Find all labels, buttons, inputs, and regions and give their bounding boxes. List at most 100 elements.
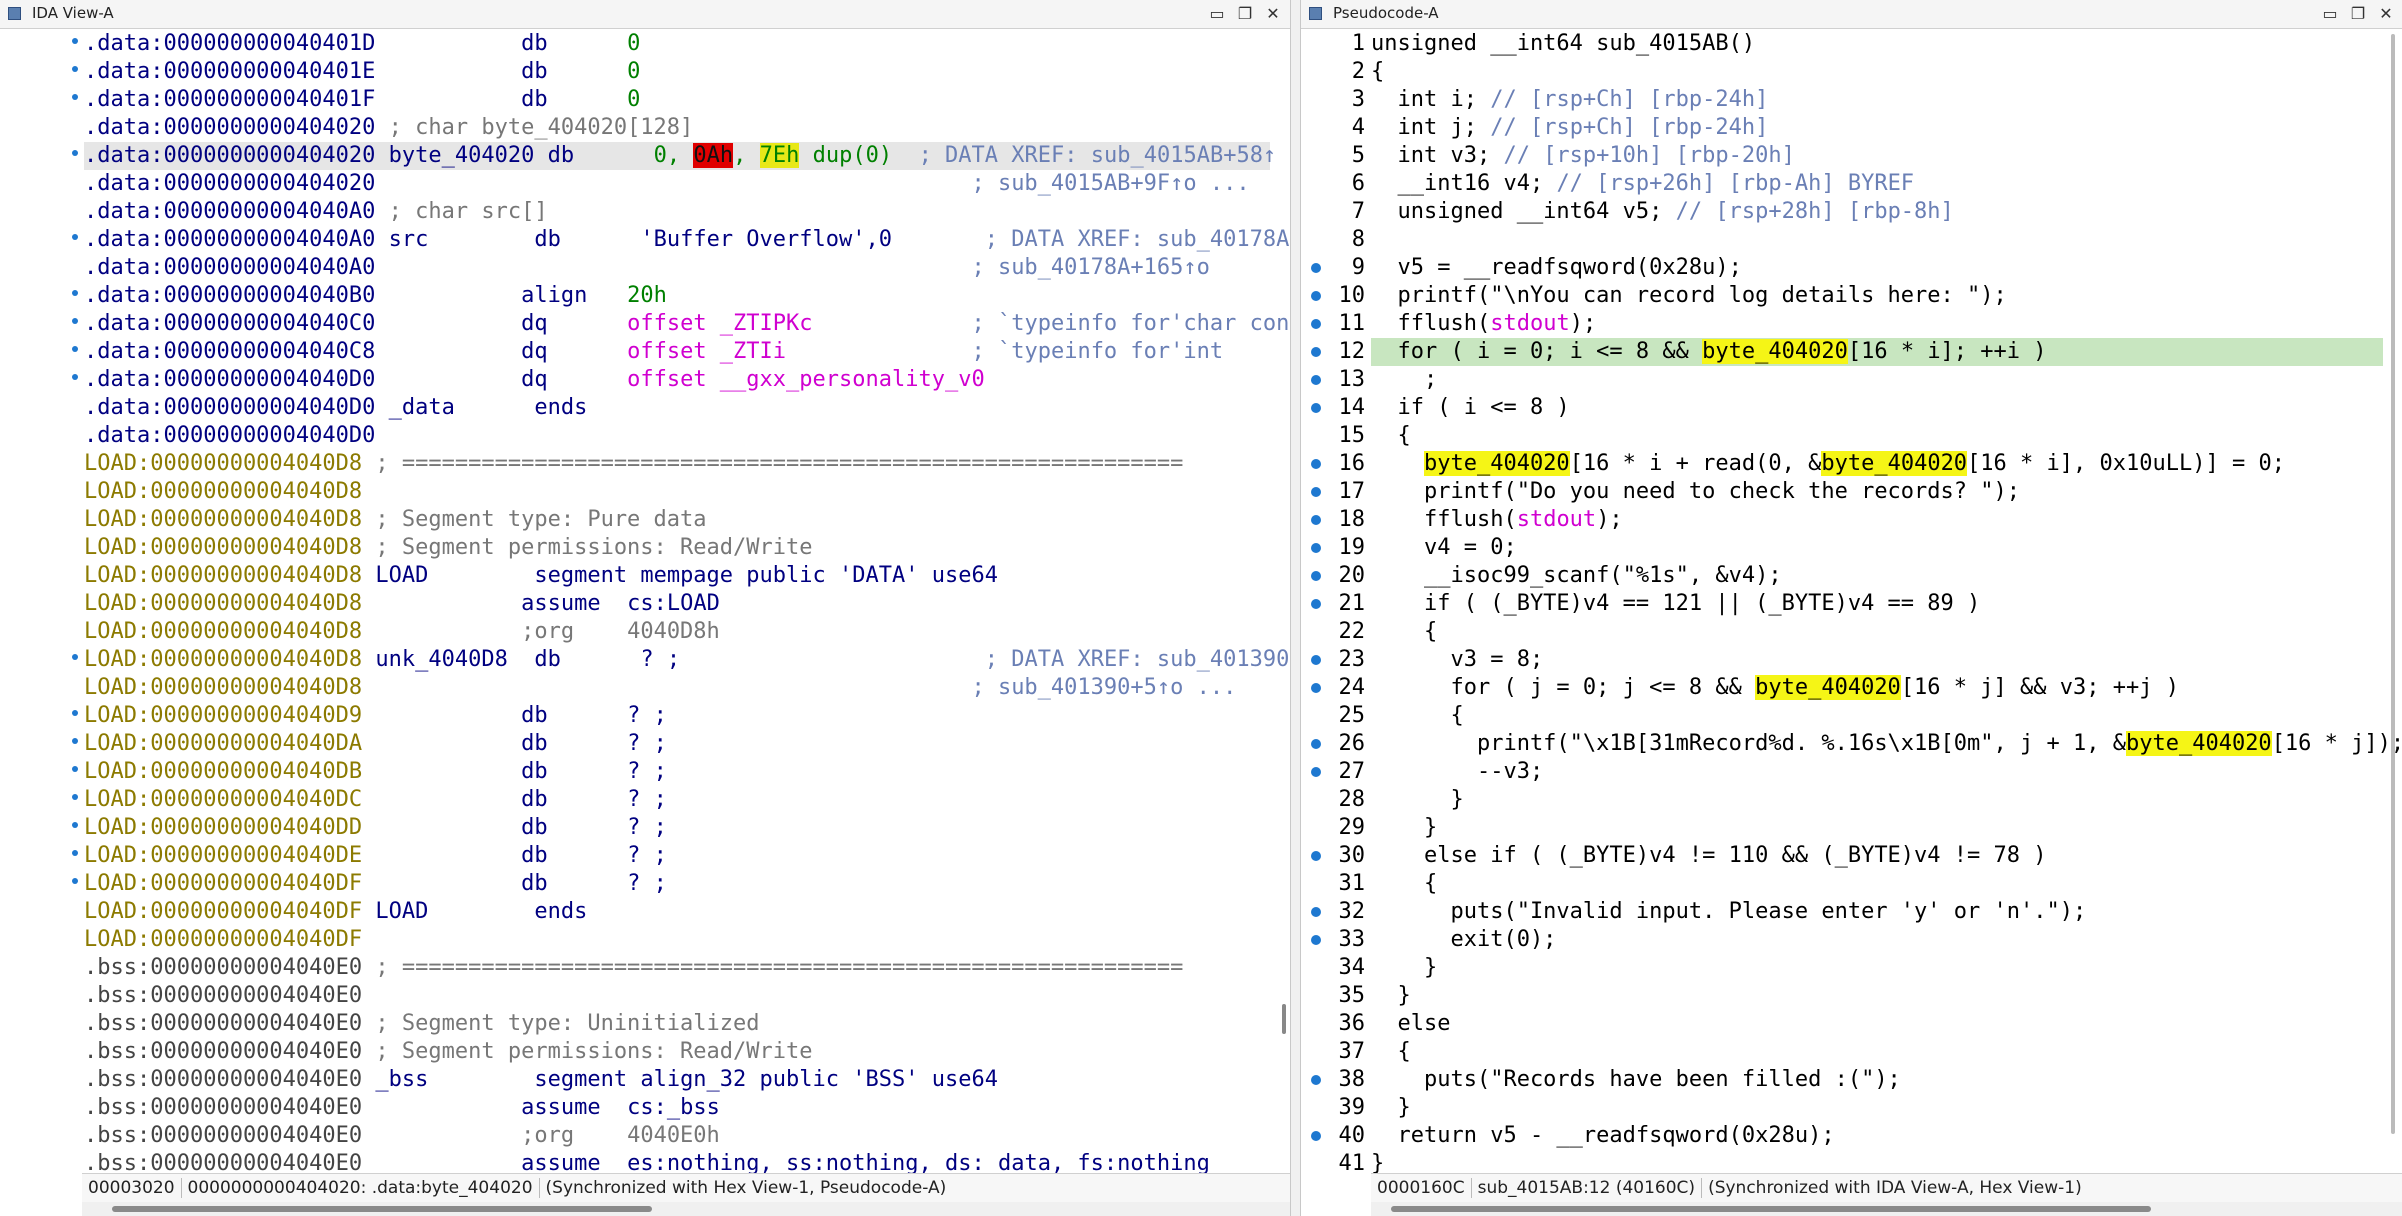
pseudocode-line[interactable]: puts("Records have been filled :("); <box>1371 1066 2383 1094</box>
pseudocode-line[interactable]: } <box>1371 1094 2383 1122</box>
listing-line[interactable]: .data:00000000004040D0 <box>84 422 1270 450</box>
breakpoint-dot[interactable] <box>72 374 78 380</box>
listing-line[interactable]: .bss:00000000004040E0 ; ================… <box>84 954 1270 982</box>
hscroll-thumb[interactable] <box>1391 1206 2151 1212</box>
pseudocode-line[interactable]: return v5 - __readfsqword(0x28u); <box>1371 1122 2383 1150</box>
listing-line[interactable]: .data:00000000004040D0 _data ends <box>84 394 1270 422</box>
pseudocode-listing[interactable]: unsigned __int64 sub_4015AB(){ int i; //… <box>1371 30 2402 1178</box>
breakpoint-dot[interactable] <box>72 654 78 660</box>
pseudocode-vertical-scrollbar[interactable] <box>2391 34 2395 1134</box>
listing-line[interactable]: .data:00000000004040C8 dq offset _ZTIi ;… <box>84 338 1270 366</box>
pseudocode-line[interactable]: int v3; // [rsp+10h] [rbp-20h] <box>1371 142 2383 170</box>
restore-icon[interactable]: ❐ <box>2347 3 2369 25</box>
listing-line[interactable]: LOAD:00000000004040D8 assume cs:LOAD <box>84 590 1270 618</box>
pseudocode-line[interactable]: if ( i <= 8 ) <box>1371 394 2383 422</box>
listing-line[interactable]: .bss:00000000004040E0 ; Segment permissi… <box>84 1038 1270 1066</box>
listing-line[interactable]: LOAD:00000000004040DB db ? ; <box>84 758 1270 786</box>
pseudocode-line[interactable]: fflush(stdout); <box>1371 310 2383 338</box>
pseudocode-line[interactable]: unsigned __int64 v5; // [rsp+28h] [rbp-8… <box>1371 198 2383 226</box>
breakpoint-dot[interactable] <box>72 346 78 352</box>
listing-line[interactable]: .bss:00000000004040E0 ; Segment type: Un… <box>84 1010 1270 1038</box>
pseudocode-line[interactable]: v4 = 0; <box>1371 534 2383 562</box>
listing-line[interactable]: .data:00000000004040C0 dq offset _ZTIPKc… <box>84 310 1290 338</box>
pseudocode-line[interactable]: for ( j = 0; j <= 8 && byte_404020[16 * … <box>1371 674 2383 702</box>
listing-line[interactable]: LOAD:00000000004040D8 <box>84 478 1270 506</box>
listing-line[interactable]: .data:0000000000404020 ; sub_4015AB+9F↑o… <box>84 170 1270 198</box>
pseudocode-line[interactable]: v3 = 8; <box>1371 646 2383 674</box>
listing-line[interactable]: .data:00000000004040A0 ; char src[] <box>84 198 1270 226</box>
listing-line[interactable]: .data:0000000000404020 ; char byte_40402… <box>84 114 1270 142</box>
breakpoint-dot[interactable] <box>72 710 78 716</box>
listing-line[interactable]: .data:00000000004040B0 align 20h <box>84 282 1270 310</box>
breakpoint-dot[interactable] <box>72 766 78 772</box>
breakpoint-dot[interactable] <box>72 234 78 240</box>
listing-line[interactable]: .bss:00000000004040E0 assume cs:_bss <box>84 1094 1270 1122</box>
listing-line[interactable]: LOAD:00000000004040DA db ? ; <box>84 730 1270 758</box>
pseudocode-line[interactable]: printf("Do you need to check the records… <box>1371 478 2383 506</box>
breakpoint-dot[interactable] <box>72 38 78 44</box>
pseudocode-line[interactable]: else if ( (_BYTE)v4 != 110 && (_BYTE)v4 … <box>1371 842 2383 870</box>
pseudocode-line[interactable]: if ( (_BYTE)v4 == 121 || (_BYTE)v4 == 89… <box>1371 590 2383 618</box>
pseudocode-line[interactable]: else <box>1371 1010 2383 1038</box>
listing-line[interactable]: .bss:00000000004040E0 ;org 4040E0h <box>84 1122 1270 1150</box>
pseudocode-line[interactable]: { <box>1371 58 2383 86</box>
listing-line[interactable]: LOAD:00000000004040D8 unk_4040D8 db ? ; … <box>84 646 1290 674</box>
breakpoint-dot[interactable] <box>72 94 78 100</box>
ida-view-listing[interactable]: .data:000000000040401D db 0 .data:0000000… <box>84 30 1290 1178</box>
listing-line[interactable]: LOAD:00000000004040D8 ; ================… <box>84 450 1270 478</box>
listing-line[interactable]: LOAD:00000000004040DE db ? ; <box>84 842 1270 870</box>
breakpoint-dot[interactable] <box>72 794 78 800</box>
listing-line[interactable]: .data:000000000040401F db 0 <box>84 86 1270 114</box>
listing-line[interactable]: LOAD:00000000004040DF LOAD ends <box>84 898 1270 926</box>
pseudocode-line[interactable]: v5 = __readfsqword(0x28u); <box>1371 254 2383 282</box>
listing-line[interactable]: .bss:00000000004040E0 <box>84 982 1270 1010</box>
pseudocode-line[interactable]: byte_404020[16 * i + read(0, &byte_40402… <box>1371 450 2383 478</box>
pseudocode-line[interactable]: printf("\nYou can record log details her… <box>1371 282 2383 310</box>
listing-line[interactable]: .data:000000000040401E db 0 <box>84 58 1270 86</box>
pseudocode-line[interactable] <box>1371 226 2383 254</box>
pseudocode-line[interactable]: unsigned __int64 sub_4015AB() <box>1371 30 2383 58</box>
pseudocode-line[interactable]: } <box>1371 786 2383 814</box>
close-icon[interactable]: ✕ <box>1262 3 1284 25</box>
breakpoint-dot[interactable] <box>72 318 78 324</box>
close-icon[interactable]: ✕ <box>2375 3 2397 25</box>
minimize-icon[interactable]: ▭ <box>2319 3 2341 25</box>
pseudocode-line[interactable]: } <box>1371 814 2383 842</box>
hscroll-thumb[interactable] <box>112 1206 652 1212</box>
ida-view-horizontal-scrollbar[interactable] <box>82 1202 1290 1216</box>
listing-line[interactable]: LOAD:00000000004040DF <box>84 926 1270 954</box>
breakpoint-dot[interactable] <box>72 150 78 156</box>
pseudocode-line[interactable]: { <box>1371 1038 2383 1066</box>
pseudocode-line[interactable]: { <box>1371 870 2383 898</box>
listing-line[interactable]: .data:00000000004040A0 ; sub_40178A+165↑… <box>84 254 1270 282</box>
breakpoint-dot[interactable] <box>72 738 78 744</box>
restore-icon[interactable]: ❐ <box>1234 3 1256 25</box>
listing-line[interactable]: .data:0000000000404020 byte_404020 db 0,… <box>84 142 1276 170</box>
pseudocode-line[interactable]: puts("Invalid input. Please enter 'y' or… <box>1371 898 2383 926</box>
listing-line[interactable]: LOAD:00000000004040DD db ? ; <box>84 814 1270 842</box>
listing-line[interactable]: LOAD:00000000004040D8 ; Segment permissi… <box>84 534 1270 562</box>
pseudocode-line[interactable]: int j; // [rsp+Ch] [rbp-24h] <box>1371 114 2383 142</box>
listing-line[interactable]: LOAD:00000000004040DC db ? ; <box>84 786 1270 814</box>
listing-line[interactable]: LOAD:00000000004040D8 ; Segment type: Pu… <box>84 506 1270 534</box>
pseudocode-line[interactable]: { <box>1371 422 2383 450</box>
pseudocode-line[interactable]: int i; // [rsp+Ch] [rbp-24h] <box>1371 86 2383 114</box>
pseudocode-line[interactable]: __isoc99_scanf("%1s", &v4); <box>1371 562 2383 590</box>
breakpoint-dot[interactable] <box>72 822 78 828</box>
minimize-icon[interactable]: ▭ <box>1206 3 1228 25</box>
breakpoint-dot[interactable] <box>72 290 78 296</box>
listing-line[interactable]: .bss:00000000004040E0 _bss segment align… <box>84 1066 1270 1094</box>
ida-view-vertical-scrollbar[interactable] <box>1282 1004 1286 1034</box>
pseudocode-line[interactable]: for ( i = 0; i <= 8 && byte_404020[16 * … <box>1371 338 2383 366</box>
listing-line[interactable]: .data:000000000040401D db 0 <box>84 30 1270 58</box>
pseudocode-line[interactable]: ; <box>1371 366 2383 394</box>
pseudocode-horizontal-scrollbar[interactable] <box>1371 1202 2402 1216</box>
listing-line[interactable]: .data:00000000004040A0 src db 'Buffer Ov… <box>84 226 1290 254</box>
breakpoint-dot[interactable] <box>72 66 78 72</box>
listing-line[interactable]: LOAD:00000000004040D9 db ? ; <box>84 702 1270 730</box>
pseudocode-line[interactable]: fflush(stdout); <box>1371 506 2383 534</box>
pseudocode-line[interactable]: { <box>1371 702 2383 730</box>
listing-line[interactable]: .data:00000000004040D0 dq offset __gxx_p… <box>84 366 1270 394</box>
pseudocode-line[interactable]: { <box>1371 618 2383 646</box>
breakpoint-dot[interactable] <box>72 878 78 884</box>
